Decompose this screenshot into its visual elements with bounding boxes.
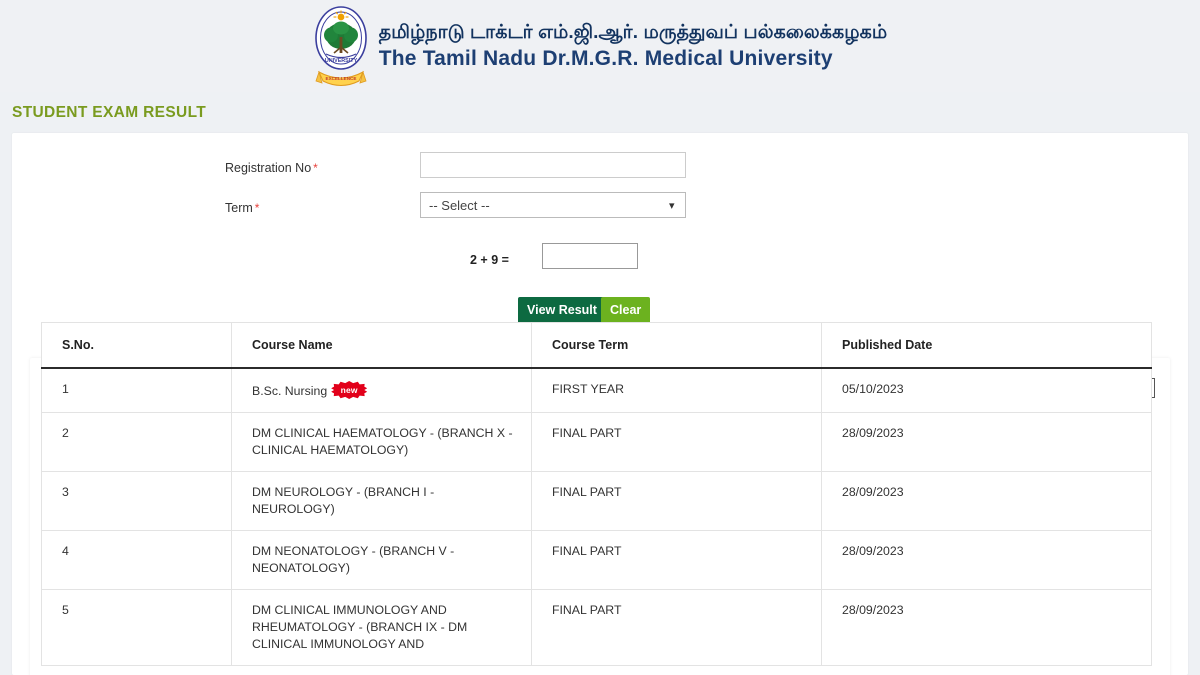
- cell-published-date: 05/10/2023: [822, 368, 1152, 413]
- new-badge-label: new: [331, 381, 367, 399]
- term-label: Term*: [225, 201, 259, 215]
- column-header-course-name[interactable]: Course Name: [232, 323, 532, 369]
- new-badge-icon: new: [331, 381, 367, 399]
- svg-text:UNIVERSITY: UNIVERSITY: [325, 58, 358, 64]
- page-root: UNIVERSITY EXCELLENCE தமிழ்நாடு டாக்டர் …: [0, 0, 1200, 675]
- registration-no-input[interactable]: [420, 152, 686, 178]
- cell-sno: 2: [42, 413, 232, 472]
- course-name-text: B.Sc. Nursing: [252, 384, 327, 398]
- table-row[interactable]: 5 DM CLINICAL IMMUNOLOGY AND RHEUMATOLOG…: [42, 590, 1152, 666]
- university-emblem-icon: UNIVERSITY EXCELLENCE: [313, 4, 369, 88]
- table-row[interactable]: 1 B.Sc. Nursing new FIRST YEAR 05/10/202…: [42, 368, 1152, 413]
- clear-button[interactable]: Clear: [601, 297, 650, 324]
- cell-sno: 1: [42, 368, 232, 413]
- table-row[interactable]: 4 DM NEONATOLOGY - (BRANCH V - NEONATOLO…: [42, 531, 1152, 590]
- cell-course-term: FINAL PART: [532, 531, 822, 590]
- cell-course-name: DM CLINICAL HAEMATOLOGY - (BRANCH X - CL…: [232, 413, 532, 472]
- brand-title-tamil: தமிழ்நாடு டாக்டர் எம்.ஜி.ஆர். மருத்துவப்…: [379, 20, 888, 46]
- cell-course-term: FINAL PART: [532, 413, 822, 472]
- site-header: UNIVERSITY EXCELLENCE தமிழ்நாடு டாக்டர் …: [0, 0, 1200, 92]
- cell-course-name: DM CLINICAL IMMUNOLOGY AND RHEUMATOLOGY …: [232, 590, 532, 666]
- results-table: S.No. Course Name Course Term Published …: [41, 322, 1152, 666]
- captcha-answer-input[interactable]: [542, 243, 638, 269]
- student-result-form: Registration No* Term* -- Select -- ▾ 2 …: [12, 133, 1188, 338]
- cell-sno: 5: [42, 590, 232, 666]
- svg-text:EXCELLENCE: EXCELLENCE: [325, 76, 356, 81]
- table-row[interactable]: 3 DM NEUROLOGY - (BRANCH I - NEUROLOGY) …: [42, 472, 1152, 531]
- cell-course-term: FINAL PART: [532, 590, 822, 666]
- cell-sno: 4: [42, 531, 232, 590]
- content-panel: Registration No* Term* -- Select -- ▾ 2 …: [12, 133, 1188, 675]
- page-title: STUDENT EXAM RESULT: [12, 104, 206, 122]
- column-header-course-term[interactable]: Course Term: [532, 323, 822, 369]
- cell-course-name: DM NEONATOLOGY - (BRANCH V - NEONATOLOGY…: [232, 531, 532, 590]
- cell-published-date: 28/09/2023: [822, 413, 1152, 472]
- required-marker: *: [313, 161, 318, 175]
- required-marker: *: [255, 201, 260, 215]
- view-result-button[interactable]: View Result: [518, 297, 606, 324]
- cell-course-name: DM NEUROLOGY - (BRANCH I - NEUROLOGY): [232, 472, 532, 531]
- brand-text: தமிழ்நாடு டாக்டர் எம்.ஜி.ஆர். மருத்துவப்…: [379, 20, 888, 72]
- cell-published-date: 28/09/2023: [822, 472, 1152, 531]
- column-header-published-date[interactable]: Published Date: [822, 323, 1152, 369]
- term-select[interactable]: -- Select --: [420, 192, 686, 218]
- cell-sno: 3: [42, 472, 232, 531]
- brand-title-english: The Tamil Nadu Dr.M.G.R. Medical Univers…: [379, 46, 888, 72]
- table-header-row: S.No. Course Name Course Term Published …: [42, 323, 1152, 369]
- table-row[interactable]: 2 DM CLINICAL HAEMATOLOGY - (BRANCH X - …: [42, 413, 1152, 472]
- cell-published-date: 28/09/2023: [822, 531, 1152, 590]
- cell-course-name: B.Sc. Nursing new: [232, 368, 532, 413]
- captcha-question-label: 2 + 9 =: [470, 253, 509, 267]
- cell-course-term: FINAL PART: [532, 472, 822, 531]
- registration-no-label: Registration No*: [225, 161, 318, 175]
- column-header-sno[interactable]: S.No.: [42, 323, 232, 369]
- cell-course-term: FIRST YEAR: [532, 368, 822, 413]
- cell-published-date: 28/09/2023: [822, 590, 1152, 666]
